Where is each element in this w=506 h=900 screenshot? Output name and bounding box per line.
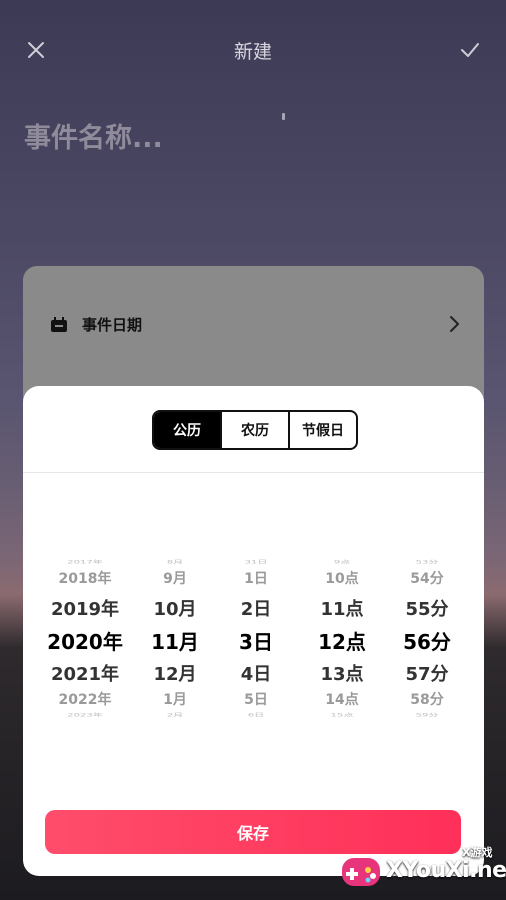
calendar-type-segmented: 公历 农历 节假日 (152, 410, 358, 450)
event-date-label: 事件日期 (82, 316, 143, 334)
event-date-row[interactable]: 事件日期 (50, 314, 142, 335)
wheel-item: 2日 (240, 599, 272, 620)
wheel-item: 15点 (330, 712, 354, 718)
gamepad-logo-icon (342, 858, 380, 886)
wheel-item: 2019年 (50, 599, 120, 620)
divider (23, 472, 484, 473)
wheel-item: 59分 (415, 712, 439, 718)
watermark: X游戏 XYouXi.net (336, 840, 506, 898)
wheel-item: 14点 (325, 692, 359, 708)
wheel-item: 10点 (325, 571, 359, 587)
wheel-item: 4日 (240, 664, 272, 685)
wheel-item: 53分 (415, 559, 439, 565)
wheel-item: 58分 (410, 692, 444, 708)
tab-solar[interactable]: 公历 (154, 412, 220, 448)
wheel-item: 2月 (166, 712, 184, 718)
event-name-input[interactable]: 事件名称... (24, 116, 163, 155)
confirm-button[interactable] (450, 30, 490, 70)
wheel-item: 2023年 (67, 712, 103, 718)
wheel-item: 11点 (320, 599, 364, 620)
chevron-right-icon (450, 316, 459, 332)
wheel-item: 9点 (333, 559, 351, 565)
wheel-item-selected: 11月 (151, 630, 199, 654)
wheel-item: 8月 (166, 559, 184, 565)
wheel-item: 57分 (405, 664, 449, 685)
watermark-brand: XYouXi.net (386, 858, 506, 883)
top-bar: 新建 (0, 25, 506, 75)
wheel-item-selected: 2020年 (47, 630, 123, 654)
check-icon (461, 43, 479, 57)
wheel-item: 12月 (153, 664, 197, 685)
wheel-item: 54分 (410, 571, 444, 587)
wheel-item: 5日 (244, 692, 268, 708)
wheel-item: 31日 (244, 559, 268, 565)
wheel-item: 6日 (247, 712, 265, 718)
wheel-item: 1日 (244, 571, 268, 587)
wheel-item: 13点 (320, 664, 364, 685)
wheel-item: 2021年 (50, 664, 120, 685)
wheel-picker: 2017年 2018年 2019年 2020年 2021年 2022年 2023… (23, 554, 484, 724)
wheel-item: 2017年 (67, 559, 103, 565)
page-title: 新建 (233, 41, 272, 63)
wheel-item: 2018年 (58, 571, 112, 587)
wheel-item: 2022年 (58, 692, 112, 708)
wheel-item: 9月 (163, 571, 187, 587)
wheel-item-selected: 56分 (403, 630, 451, 654)
wheel-item: 1月 (163, 692, 187, 708)
cursor-mark (282, 113, 285, 120)
wheel-item-selected: 3日 (239, 630, 273, 654)
tab-lunar[interactable]: 农历 (220, 412, 288, 448)
tab-holiday[interactable]: 节假日 (288, 412, 356, 448)
wheel-item: 55分 (405, 599, 449, 620)
wheel-item: 10月 (153, 599, 197, 620)
date-picker-sheet: 公历 农历 节假日 2017年 2018年 2019年 2020年 2021年 … (23, 386, 484, 876)
wheel-item-selected: 12点 (318, 630, 366, 654)
calendar-icon (51, 316, 67, 332)
